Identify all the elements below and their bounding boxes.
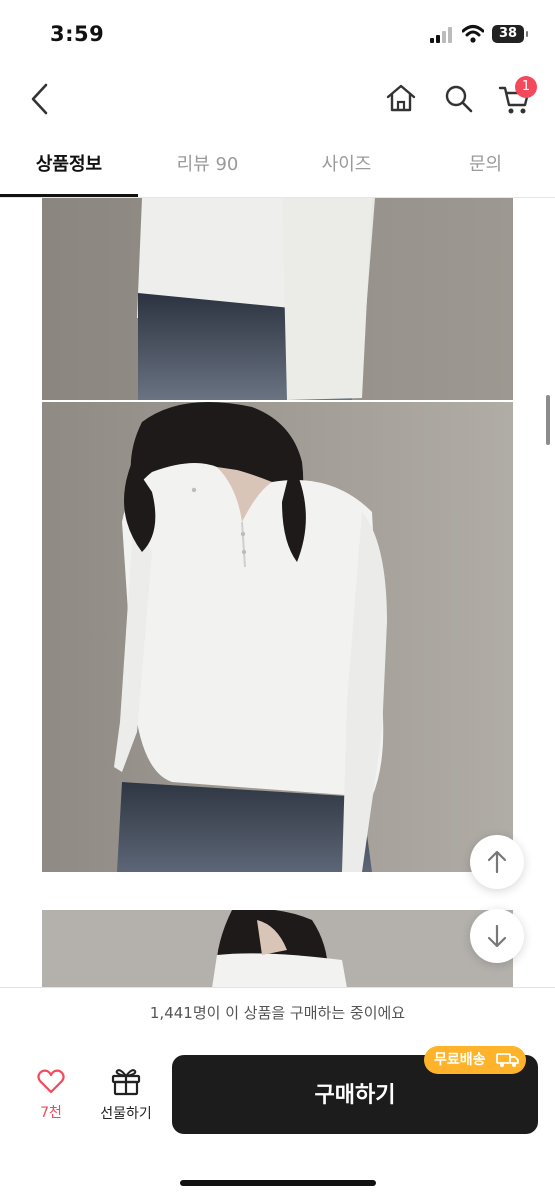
cart-count-badge: 1 xyxy=(515,76,537,98)
tab-inquiry[interactable]: 문의 xyxy=(416,135,555,197)
product-photo-3 xyxy=(42,910,513,988)
product-photo-1 xyxy=(42,198,513,400)
gift-button[interactable]: 선물하기 xyxy=(92,1066,160,1123)
like-button[interactable]: 7천 xyxy=(22,1068,80,1122)
tab-size[interactable]: 사이즈 xyxy=(277,135,416,197)
battery-icon: 38 xyxy=(492,25,524,43)
status-bar: 3:59 38 xyxy=(0,0,555,70)
free-shipping-label: 무료배송 xyxy=(434,1052,486,1068)
like-count: 7천 xyxy=(40,1105,62,1121)
product-photo-2 xyxy=(42,402,513,872)
purchase-activity-notice: 1,441명이 이 상품을 구매하는 중이에요 xyxy=(0,987,555,1039)
arrow-up-icon xyxy=(487,850,507,874)
search-icon[interactable] xyxy=(444,84,474,114)
tab-reviews[interactable]: 리뷰 90 xyxy=(138,135,277,197)
tab-product-info[interactable]: 상품정보 xyxy=(0,135,138,197)
scrollbar-thumb[interactable] xyxy=(546,395,550,445)
arrow-down-icon xyxy=(487,924,507,948)
product-tabs: 상품정보 리뷰 90 사이즈 문의 xyxy=(0,135,555,198)
free-shipping-badge: 무료배송 xyxy=(424,1046,526,1074)
active-tab-indicator xyxy=(0,194,138,197)
home-indicator xyxy=(180,1180,376,1186)
home-icon[interactable] xyxy=(385,83,417,113)
heart-icon xyxy=(37,1069,65,1094)
battery-cap xyxy=(526,31,528,37)
status-time: 3:59 xyxy=(50,22,105,46)
back-arrow-icon[interactable] xyxy=(28,82,52,116)
wifi-icon xyxy=(462,25,484,43)
cellular-signal-icon xyxy=(430,27,454,43)
scroll-to-top-button[interactable] xyxy=(470,835,524,889)
gift-label: 선물하기 xyxy=(100,1106,152,1122)
truck-icon xyxy=(496,1053,519,1067)
gift-icon xyxy=(111,1069,141,1096)
scroll-to-bottom-button[interactable] xyxy=(470,909,524,963)
